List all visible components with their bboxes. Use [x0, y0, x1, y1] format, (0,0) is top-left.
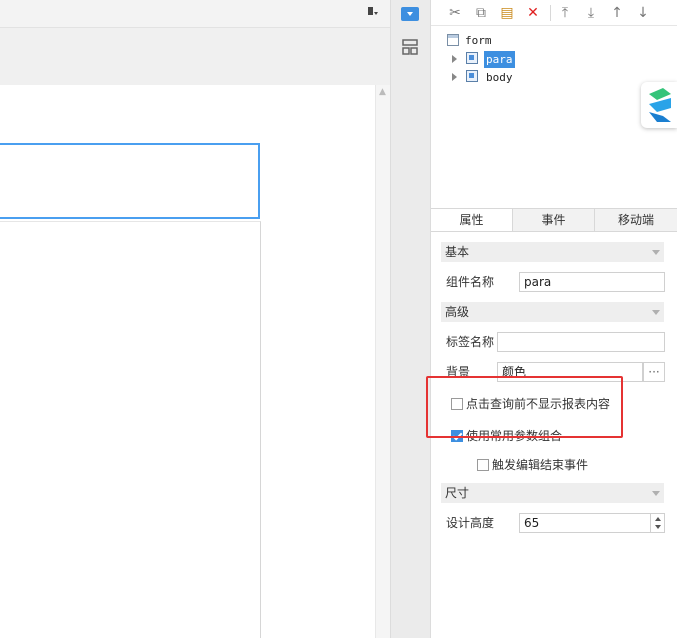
move-top-icon[interactable]: ⤒ [557, 5, 573, 21]
cut-icon[interactable]: ✂ [447, 5, 463, 21]
component-name-label: 组件名称 [446, 275, 495, 289]
move-up-icon[interactable]: ↑ [609, 5, 625, 21]
form-node-icon [447, 34, 459, 46]
copy-icon[interactable]: ⧉ [473, 5, 489, 21]
chevron-down-icon [652, 250, 660, 255]
property-tabs: 属性 事件 移动端 [431, 208, 677, 232]
para-block-selected[interactable] [0, 143, 260, 219]
tag-name-label: 标签名称 [446, 335, 495, 349]
section-basic-title: 基本 [445, 245, 470, 259]
tag-name-input[interactable] [497, 332, 665, 352]
body-node-icon [466, 70, 478, 82]
tree-item-para[interactable]: para [484, 51, 515, 68]
tab-mobile[interactable]: 移动端 [595, 209, 677, 231]
tree-item-form[interactable]: form [465, 32, 492, 49]
tree-item-body[interactable]: body [486, 69, 513, 86]
move-bottom-icon[interactable]: ⤓ [583, 5, 599, 21]
section-advanced-title: 高级 [445, 305, 470, 319]
background-more-button[interactable]: ··· [643, 362, 665, 382]
chevron-down-icon [652, 491, 660, 496]
design-height-label: 设计高度 [446, 516, 495, 530]
tree-toolbar: ✂ ⧉ ▤ ✕ ⤒ ⤓ ↑ ↓ [431, 0, 677, 26]
designer-topbar [0, 0, 390, 28]
expand-arrow-icon[interactable] [452, 55, 457, 63]
component-name-input[interactable]: para [519, 272, 665, 292]
height-stepper-icon[interactable] [650, 513, 665, 533]
para-node-icon [466, 52, 478, 64]
section-size-title: 尺寸 [445, 486, 470, 500]
trigger-edit-end-label: 触发编辑结束事件 [492, 458, 589, 472]
tab-events[interactable]: 事件 [513, 209, 594, 231]
canvas-vertical-scrollbar[interactable] [375, 85, 391, 638]
annotation-highlight-box [426, 376, 623, 438]
section-size-header[interactable]: 尺寸 [441, 483, 664, 503]
paste-icon[interactable]: ▤ [499, 5, 515, 21]
vertical-toolbar-strip [390, 0, 431, 638]
trigger-edit-end-checkbox[interactable] [477, 459, 489, 471]
tab-properties[interactable]: 属性 [431, 209, 512, 231]
toolbar-divider [550, 5, 551, 21]
section-basic-header[interactable]: 基本 [441, 242, 664, 262]
chevron-down-icon [652, 310, 660, 315]
layout-icon[interactable] [402, 39, 418, 55]
scroll-up-arrow-icon[interactable]: ▲ [378, 88, 387, 97]
collapse-panel-icon[interactable] [366, 5, 380, 19]
expand-arrow-icon[interactable] [452, 73, 457, 81]
logo-icon [649, 88, 671, 122]
design-height-input[interactable]: 65 [519, 513, 665, 533]
delete-icon[interactable]: ✕ [525, 5, 541, 21]
section-advanced-header[interactable]: 高级 [441, 302, 664, 322]
move-down-icon[interactable]: ↓ [635, 5, 651, 21]
widget-dropdown-icon[interactable] [401, 7, 419, 21]
body-block[interactable] [0, 221, 261, 638]
assistant-logo-widget[interactable] [641, 82, 677, 128]
